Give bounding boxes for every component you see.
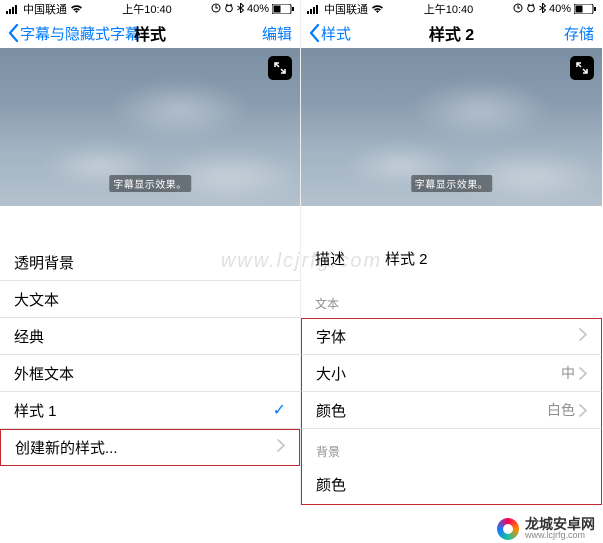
battery-icon <box>272 4 294 14</box>
signal-icon <box>6 5 20 14</box>
description-key: 描述 <box>315 248 345 269</box>
description-value: 样式 2 <box>385 248 428 269</box>
expand-button[interactable] <box>570 56 594 80</box>
back-button[interactable]: 样式 <box>309 23 351 44</box>
description-row[interactable]: 描述 样式 2 <box>301 236 602 281</box>
text-color-value: 白色 <box>547 400 575 420</box>
edit-button[interactable]: 编辑 <box>262 23 292 44</box>
style-row[interactable]: 经典 <box>0 318 300 355</box>
chevron-left-icon <box>8 24 19 42</box>
style-row[interactable]: 透明背景 <box>0 244 300 281</box>
style-row[interactable]: 外框文本 <box>0 355 300 392</box>
create-new-label: 创建新的样式... <box>15 437 118 458</box>
style-label: 经典 <box>14 326 44 347</box>
orientation-lock-icon <box>513 3 523 16</box>
chevron-right-icon <box>579 367 587 380</box>
nav-title: 样式 2 <box>429 21 474 45</box>
carrier-label: 中国联通 <box>324 1 368 17</box>
caption-preview: 字幕显示效果。 <box>0 48 300 206</box>
save-button[interactable]: 存储 <box>564 23 594 44</box>
styles-list: 透明背景 大文本 经典 外框文本 样式 1 ✓ 创建新的样式... <box>0 244 300 466</box>
screen-style-edit: 中国联通 上午10:40 40% 样式 样式 2 存储 <box>301 0 602 505</box>
chevron-left-icon <box>309 24 320 42</box>
caption-sample: 字幕显示效果。 <box>109 175 191 192</box>
style-label: 样式 1 <box>14 400 57 421</box>
screen-styles-list: 中国联通 上午10:40 40% <box>0 0 301 505</box>
site-logo-icon <box>497 518 519 540</box>
status-bar: 中国联通 上午10:40 40% <box>0 0 300 18</box>
battery-icon <box>574 4 596 14</box>
battery-pct: 40% <box>247 3 269 15</box>
font-label: 字体 <box>316 326 346 347</box>
create-new-style-row[interactable]: 创建新的样式... <box>0 429 300 466</box>
site-url: www.lcjrfg.com <box>525 531 595 540</box>
checkmark-icon: ✓ <box>273 400 286 420</box>
expand-button[interactable] <box>268 56 292 80</box>
caption-preview: 字幕显示效果。 <box>301 48 602 206</box>
back-label: 样式 <box>321 23 351 44</box>
expand-icon <box>575 61 589 75</box>
caption-sample: 字幕显示效果。 <box>411 175 493 192</box>
carrier-label: 中国联通 <box>23 1 67 17</box>
wifi-icon <box>371 5 384 14</box>
orientation-lock-icon <box>211 3 221 16</box>
bluetooth-icon <box>237 3 244 16</box>
signal-icon <box>307 5 321 14</box>
site-watermark: 龙城安卓网 www.lcjrfg.com <box>497 517 595 540</box>
chevron-right-icon <box>579 404 587 417</box>
expand-icon <box>273 61 287 75</box>
text-color-row[interactable]: 颜色 白色 <box>301 392 602 429</box>
size-row[interactable]: 大小 中 <box>301 355 602 392</box>
style-label: 大文本 <box>14 289 59 310</box>
style-label: 透明背景 <box>14 252 74 273</box>
style-row[interactable]: 样式 1 ✓ <box>0 392 300 429</box>
text-section-header: 文本 <box>301 281 602 318</box>
back-button[interactable]: 字幕与隐藏式字幕 <box>8 23 140 44</box>
nav-bar: 字幕与隐藏式字幕 样式 编辑 <box>0 18 300 48</box>
wifi-icon <box>70 5 83 14</box>
bg-color-label: 颜色 <box>316 474 346 495</box>
size-label: 大小 <box>316 363 346 384</box>
chevron-right-icon <box>277 439 285 456</box>
size-value: 中 <box>561 363 575 383</box>
alarm-icon <box>526 3 536 16</box>
alarm-icon <box>224 3 234 16</box>
back-label: 字幕与隐藏式字幕 <box>20 23 140 44</box>
background-section-header: 背景 <box>301 429 602 466</box>
bluetooth-icon <box>539 3 546 16</box>
time-label: 上午10:40 <box>122 1 172 17</box>
nav-title: 样式 <box>134 21 166 45</box>
font-row[interactable]: 字体 <box>301 318 602 355</box>
nav-bar: 样式 样式 2 存储 <box>301 18 602 48</box>
style-label: 外框文本 <box>14 363 74 384</box>
time-label: 上午10:40 <box>424 1 474 17</box>
text-color-label: 颜色 <box>316 400 346 421</box>
status-bar: 中国联通 上午10:40 40% <box>301 0 602 18</box>
style-row[interactable]: 大文本 <box>0 281 300 318</box>
chevron-right-icon <box>579 328 587 345</box>
bg-color-row[interactable]: 颜色 <box>301 466 602 503</box>
site-title: 龙城安卓网 <box>525 517 595 531</box>
battery-pct: 40% <box>549 3 571 15</box>
